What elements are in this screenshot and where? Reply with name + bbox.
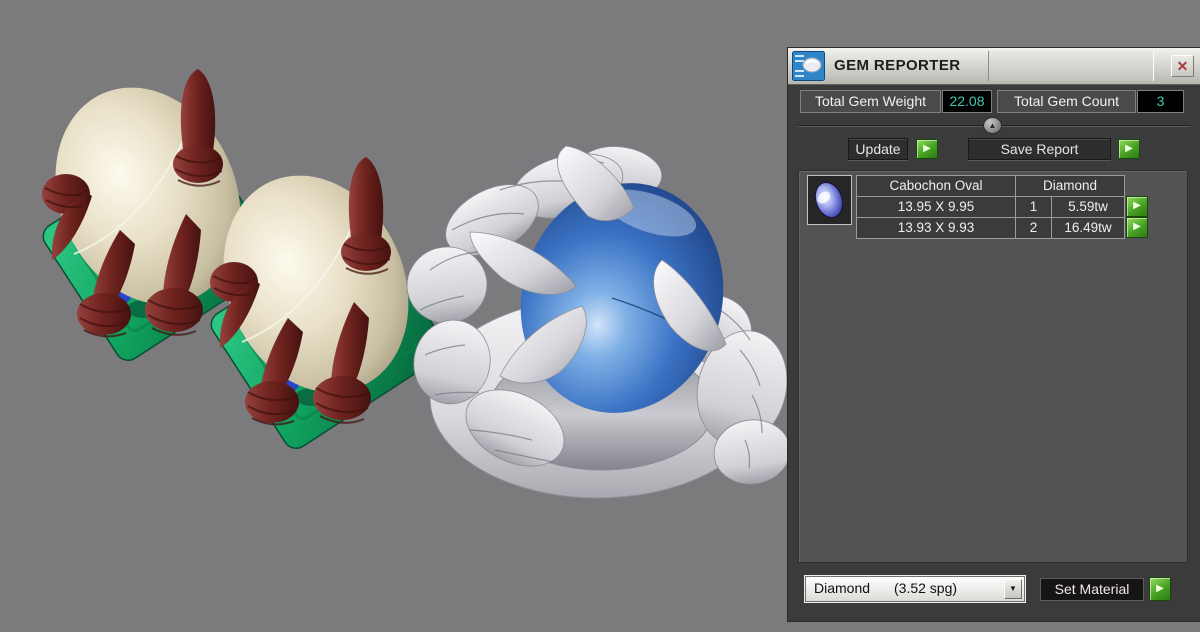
update-button[interactable]: Update bbox=[848, 138, 908, 160]
total-gem-weight-value: 22.08 bbox=[942, 90, 992, 113]
material-dropdown-value: Diamond bbox=[814, 580, 871, 596]
panel-titlebar[interactable]: GEM REPORTER ✕ bbox=[788, 48, 1200, 85]
total-gem-count-label: Total Gem Count bbox=[997, 90, 1136, 113]
material-header: Diamond bbox=[1015, 175, 1125, 197]
gem-row-count: 2 bbox=[1015, 217, 1052, 239]
gem-list-area: Cabochon Oval Diamond 13.95 X 9.95 1 5.5… bbox=[798, 170, 1188, 563]
set-material-button[interactable]: Set Material bbox=[1040, 578, 1144, 601]
save-report-run-icon[interactable]: ▶ bbox=[1118, 139, 1140, 159]
chevron-down-icon[interactable]: ▼ bbox=[1004, 579, 1022, 599]
material-dropdown-density: (3.52 spg) bbox=[894, 580, 958, 596]
gem-reporter-icon bbox=[792, 51, 825, 81]
panel-title: GEM REPORTER bbox=[834, 57, 961, 74]
close-icon[interactable]: ✕ bbox=[1171, 55, 1194, 77]
model-claw-ring[interactable] bbox=[402, 141, 799, 499]
total-gem-count-value: 3 bbox=[1137, 90, 1184, 113]
application-window: GEM REPORTER ✕ Total Gem Weight 22.08 To… bbox=[0, 0, 1200, 632]
rollup-slider-thumb[interactable]: ▲ bbox=[983, 117, 1002, 134]
gem-row-weight: 16.49tw bbox=[1051, 217, 1125, 239]
material-dropdown[interactable]: Diamond (3.52 spg) ▼ bbox=[805, 576, 1025, 602]
select-gems-run-icon[interactable]: ▶ bbox=[1126, 196, 1148, 217]
set-material-run-icon[interactable]: ▶ bbox=[1149, 577, 1171, 601]
gem-row-count: 1 bbox=[1015, 196, 1052, 218]
save-report-button[interactable]: Save Report bbox=[968, 138, 1111, 160]
select-gems-run-icon[interactable]: ▶ bbox=[1126, 217, 1148, 238]
gem-row-size: 13.95 X 9.95 bbox=[856, 196, 1016, 218]
titlebar-groove bbox=[988, 51, 1154, 81]
gem-row-weight: 5.59tw bbox=[1051, 196, 1125, 218]
shape-header: Cabochon Oval bbox=[856, 175, 1016, 197]
update-run-icon[interactable]: ▶ bbox=[916, 139, 938, 159]
gem-thumbnail bbox=[807, 175, 852, 225]
gem-reporter-panel: GEM REPORTER ✕ Total Gem Weight 22.08 To… bbox=[788, 48, 1200, 621]
total-gem-weight-label: Total Gem Weight bbox=[800, 90, 941, 113]
gem-row-size: 13.93 X 9.93 bbox=[856, 217, 1016, 239]
